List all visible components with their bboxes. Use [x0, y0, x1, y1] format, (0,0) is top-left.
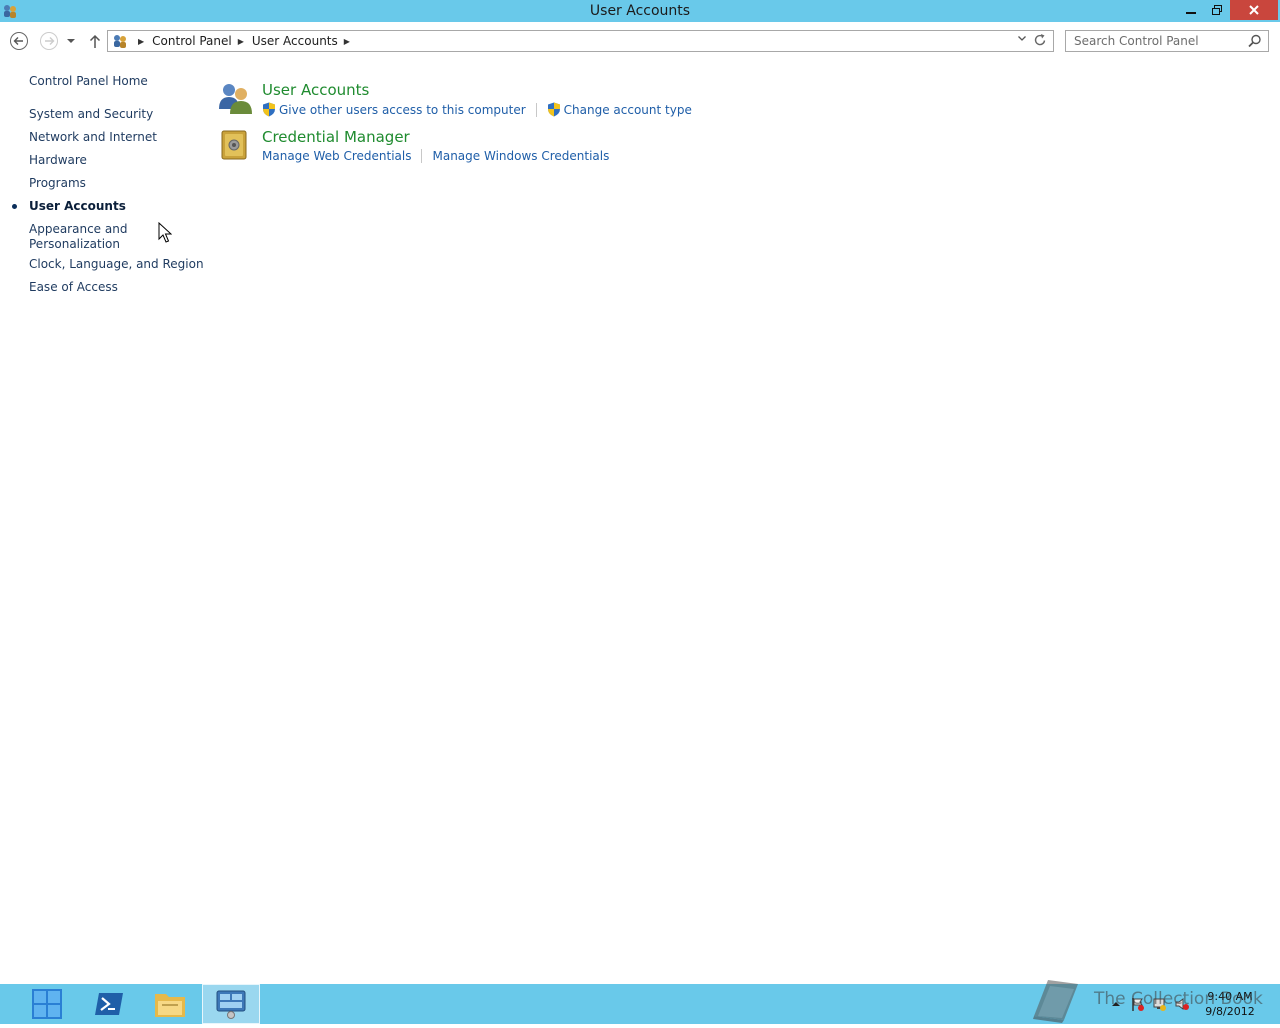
- action-center-flag-icon[interactable]: [1130, 996, 1146, 1012]
- minimize-button[interactable]: [1178, 0, 1204, 20]
- user-accounts-icon[interactable]: [218, 81, 252, 115]
- sidebar-item-appearance-and-personalization[interactable]: Appearance and Personalization: [29, 222, 139, 252]
- sidebar-item-network-and-internet[interactable]: Network and Internet: [29, 130, 157, 145]
- credential-manager-links: Manage Web Credentials Manage Windows Cr…: [262, 149, 609, 163]
- address-bar[interactable]: ▶ Control Panel ▶ User Accounts ▶: [107, 30, 1054, 52]
- folder-icon: [155, 994, 185, 1017]
- breadcrumb-control-panel[interactable]: Control Panel: [152, 34, 232, 48]
- user-accounts-title-link[interactable]: User Accounts: [262, 81, 369, 99]
- taskbar-control-panel[interactable]: [202, 984, 260, 1024]
- start-button[interactable]: [18, 984, 76, 1024]
- search-box[interactable]: [1065, 30, 1269, 52]
- taskbar-file-explorer[interactable]: [141, 984, 199, 1024]
- sidebar-item-user-accounts[interactable]: User Accounts: [29, 199, 126, 214]
- network-icon[interactable]: [1152, 996, 1168, 1012]
- uac-shield-icon: [547, 102, 560, 117]
- chevron-down-icon: [1018, 36, 1026, 41]
- link-divider: [535, 102, 537, 117]
- clock-time: 9:40 AM: [1207, 990, 1253, 1003]
- search-input[interactable]: [1066, 31, 1246, 51]
- back-button[interactable]: [8, 30, 30, 52]
- minimize-icon: [1186, 12, 1196, 14]
- navigation-bar: ▶ Control Panel ▶ User Accounts ▶: [0, 22, 1280, 60]
- show-hidden-icons-icon[interactable]: [1108, 996, 1124, 1012]
- manage-windows-credentials-link[interactable]: Manage Windows Credentials: [432, 149, 609, 163]
- close-button[interactable]: [1230, 0, 1278, 20]
- breadcrumb-chevron-icon[interactable]: ▶: [344, 37, 350, 46]
- sidebar-item-programs[interactable]: Programs: [29, 176, 86, 191]
- credential-manager-title-link[interactable]: Credential Manager: [262, 128, 410, 146]
- powershell-icon: [95, 993, 123, 1015]
- sidebar-item-hardware[interactable]: Hardware: [29, 153, 87, 168]
- sidebar-item-clock-language-and-region[interactable]: Clock, Language, and Region: [29, 257, 204, 272]
- restore-icon: [1212, 5, 1222, 15]
- up-arrow-icon: [89, 34, 101, 48]
- recent-pages-button[interactable]: [62, 30, 80, 52]
- link-divider: [421, 149, 423, 163]
- restore-button[interactable]: [1204, 0, 1230, 20]
- breadcrumb-chevron-icon[interactable]: ▶: [138, 37, 144, 46]
- start-screen-icon: [32, 989, 62, 1019]
- chevron-down-icon: [67, 39, 75, 43]
- forward-arrow-icon: [40, 32, 58, 50]
- window-title: User Accounts: [589, 3, 691, 19]
- back-arrow-icon: [10, 32, 28, 50]
- close-icon: [1249, 5, 1259, 15]
- breadcrumb-chevron-icon[interactable]: ▶: [238, 37, 244, 46]
- change-account-type-link[interactable]: Change account type: [547, 102, 692, 117]
- taskbar: 9:40 AM 9/8/2012: [0, 984, 1280, 1024]
- clock-date: 9/8/2012: [1205, 1005, 1255, 1018]
- uac-shield-icon: [263, 102, 275, 117]
- address-history-dropdown[interactable]: [1017, 33, 1027, 46]
- current-item-bullet: [12, 204, 17, 209]
- up-button[interactable]: [84, 30, 106, 52]
- manage-web-credentials-link[interactable]: Manage Web Credentials: [262, 149, 411, 163]
- control-panel-icon: [114, 35, 126, 48]
- give-other-users-access-link[interactable]: Give other users access to this computer: [262, 102, 526, 117]
- refresh-button[interactable]: [1033, 32, 1049, 50]
- sidebar-item-ease-of-access[interactable]: Ease of Access: [29, 280, 118, 295]
- notification-area: [1108, 996, 1190, 1012]
- breadcrumb-user-accounts[interactable]: User Accounts: [252, 34, 338, 48]
- title-bar: User Accounts: [0, 0, 1280, 22]
- control-panel-home-link[interactable]: Control Panel Home: [29, 74, 148, 89]
- system-clock[interactable]: 9:40 AM 9/8/2012: [1198, 989, 1262, 1019]
- volume-icon[interactable]: [1174, 996, 1190, 1012]
- breadcrumb: ▶ Control Panel ▶ User Accounts ▶: [132, 34, 358, 48]
- forward-button[interactable]: [38, 30, 60, 52]
- refresh-icon: [1034, 34, 1046, 46]
- search-icon[interactable]: [1248, 34, 1262, 48]
- user-accounts-links: Give other users access to this computer…: [262, 102, 692, 117]
- taskbar-powershell[interactable]: [80, 984, 138, 1024]
- sidebar-item-system-and-security[interactable]: System and Security: [29, 107, 153, 122]
- mouse-cursor-icon: [158, 222, 172, 243]
- control-panel-icon: [216, 990, 246, 1019]
- credential-vault-icon[interactable]: [218, 128, 252, 162]
